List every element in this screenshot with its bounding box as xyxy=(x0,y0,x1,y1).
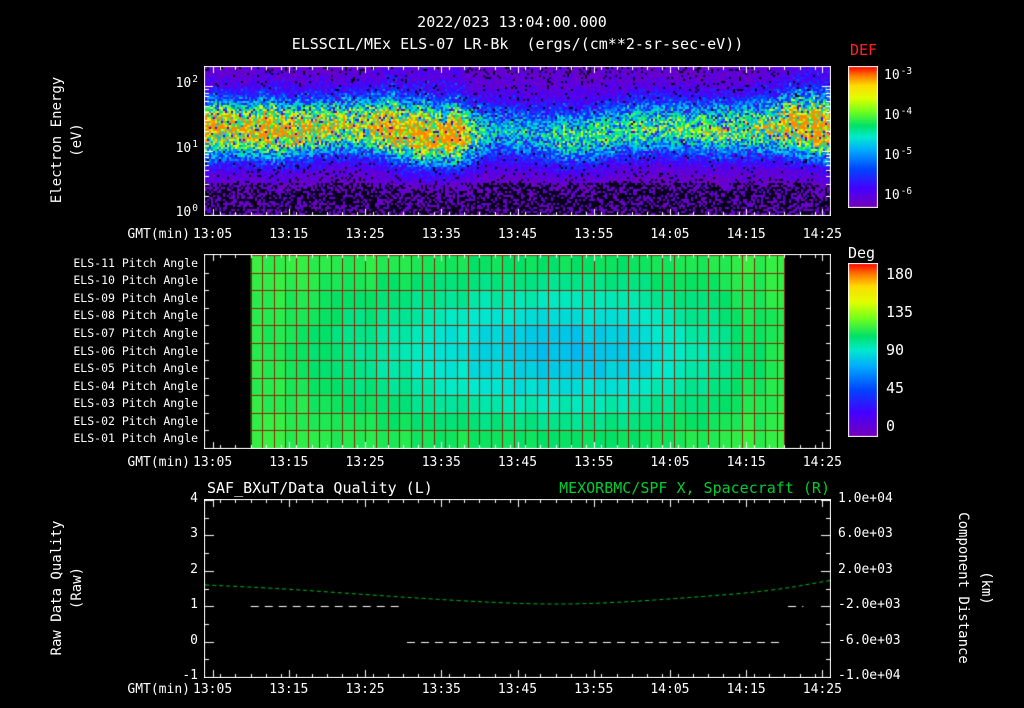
time-tick-label: 13:05 xyxy=(193,682,233,697)
def-tick-label: 10-6 xyxy=(884,186,913,203)
time-tick-label: 13:25 xyxy=(345,455,385,470)
pitch-row-label: ELS-09 Pitch Angle xyxy=(73,290,198,305)
distance-tick-label: 6.0e+03 xyxy=(838,526,893,542)
quality-tick-label: 4 xyxy=(190,491,198,506)
energy-tick-label: 100 xyxy=(175,203,198,220)
time-tick-label: 14:05 xyxy=(650,455,690,470)
energy-tick-label: 102 xyxy=(175,74,198,92)
def-colorbar-title: DEF xyxy=(850,41,878,59)
gmt-axis-label-3: GMT(min) xyxy=(127,682,190,697)
quality-tick-label: -1 xyxy=(182,668,198,683)
page-title: 2022/023 13:04:00.000 xyxy=(417,13,607,31)
quality-series-title: SAF_BXuT/Data Quality (L) xyxy=(207,479,433,497)
def-tick-label: 10-5 xyxy=(884,146,913,163)
time-tick-label: 14:15 xyxy=(726,682,766,697)
deg-tick-label: 90 xyxy=(886,341,905,359)
def-tick-label: 10-3 xyxy=(884,66,913,83)
time-tick-label: 14:25 xyxy=(802,227,842,242)
energy-tick-label: 101 xyxy=(175,138,198,156)
electron-spectrogram-canvas xyxy=(204,66,831,216)
pitch-row-label: ELS-08 Pitch Angle xyxy=(73,308,198,323)
time-tick-label: 13:05 xyxy=(193,227,233,242)
deg-tick-label: 180 xyxy=(886,265,914,283)
time-tick-label: 13:45 xyxy=(497,682,538,697)
gmt-axis-label-1: GMT(min) xyxy=(127,227,190,242)
quality-tick-label: 1 xyxy=(190,597,198,613)
pitch-angle-canvas xyxy=(204,254,831,449)
deg-tick-label: 135 xyxy=(886,303,914,321)
deg-tick-label: 0 xyxy=(886,417,896,435)
time-tick-label: 13:55 xyxy=(574,455,614,470)
time-tick-label: 13:35 xyxy=(421,227,461,242)
deg-colorbar-title: Deg xyxy=(848,244,876,262)
distance-tick-label: 2.0e+03 xyxy=(838,561,893,577)
quality-tick-label: 2 xyxy=(190,561,198,577)
time-tick-label: 13:45 xyxy=(497,455,538,470)
time-tick-label: 13:45 xyxy=(497,227,538,242)
pitch-row-label: ELS-11 Pitch Angle xyxy=(73,255,198,270)
pitch-row-label: ELS-04 Pitch Angle xyxy=(73,378,198,393)
time-tick-label: 14:25 xyxy=(802,455,842,470)
time-tick-label: 14:05 xyxy=(650,682,690,697)
distance-tick-label: 1.0e+04 xyxy=(838,491,893,506)
time-tick-label: 14:05 xyxy=(650,227,690,242)
time-tick-label: 13:15 xyxy=(269,227,309,242)
time-tick-label: 13:25 xyxy=(345,682,385,697)
spectrogram-ylabel: Electron Energy xyxy=(49,76,65,204)
time-tick-label: 13:35 xyxy=(421,682,461,697)
quality-tick-label: 3 xyxy=(190,526,198,542)
distance-tick-label: -2.0e+03 xyxy=(838,597,901,613)
time-tick-label: 13:35 xyxy=(421,455,461,470)
pitch-row-label: ELS-05 Pitch Angle xyxy=(73,361,198,376)
time-tick-label: 13:25 xyxy=(345,227,385,242)
time-tick-label: 13:05 xyxy=(193,455,233,470)
spectrogram-ylabel-units: (eV) xyxy=(69,123,85,157)
def-tick-label: 10-4 xyxy=(884,106,913,123)
pitch-row-label: ELS-07 Pitch Angle xyxy=(73,325,198,340)
pitch-row-label: ELS-03 Pitch Angle xyxy=(73,396,198,411)
time-tick-label: 14:15 xyxy=(726,227,766,242)
spacecraft-series-title: MEXORBMC/SPF X, Spacecraft (R) xyxy=(559,479,830,497)
deg-tick-label: 45 xyxy=(886,379,905,397)
distance-tick-label: -1.0e+04 xyxy=(838,668,901,683)
time-tick-label: 14:15 xyxy=(726,455,766,470)
timeseries-canvas xyxy=(204,499,831,678)
pitch-row-label: ELS-10 Pitch Angle xyxy=(73,273,198,288)
distance-ylabel: Component Distance xyxy=(955,512,971,664)
time-tick-label: 13:15 xyxy=(269,455,309,470)
quality-ylabel: Raw Data Quality xyxy=(49,520,65,656)
pitch-row-label: ELS-06 Pitch Angle xyxy=(73,343,198,358)
quality-ylabel-units: (Raw) xyxy=(69,566,85,610)
quality-tick-label: 0 xyxy=(190,632,198,648)
distance-ylabel-units: (km) xyxy=(978,571,994,605)
time-tick-label: 13:15 xyxy=(269,682,309,697)
science-plot-screen: 2022/023 13:04:00.000 ELSSCIL/MEx ELS-07… xyxy=(0,0,1024,708)
time-tick-label: 13:55 xyxy=(574,682,614,697)
pitch-row-label: ELS-01 Pitch Angle xyxy=(73,431,198,446)
time-tick-label: 13:55 xyxy=(574,227,614,242)
def-colorbar-canvas xyxy=(848,66,878,208)
deg-colorbar-canvas xyxy=(848,263,878,437)
gmt-axis-label-2: GMT(min) xyxy=(127,455,190,470)
distance-tick-label: -6.0e+03 xyxy=(838,632,901,648)
time-tick-label: 14:25 xyxy=(802,682,842,697)
spectrogram-title: ELSSCIL/MEx ELS-07 LR-Bk (ergs/(cm**2-sr… xyxy=(291,35,744,53)
pitch-row-label: ELS-02 Pitch Angle xyxy=(73,413,198,428)
